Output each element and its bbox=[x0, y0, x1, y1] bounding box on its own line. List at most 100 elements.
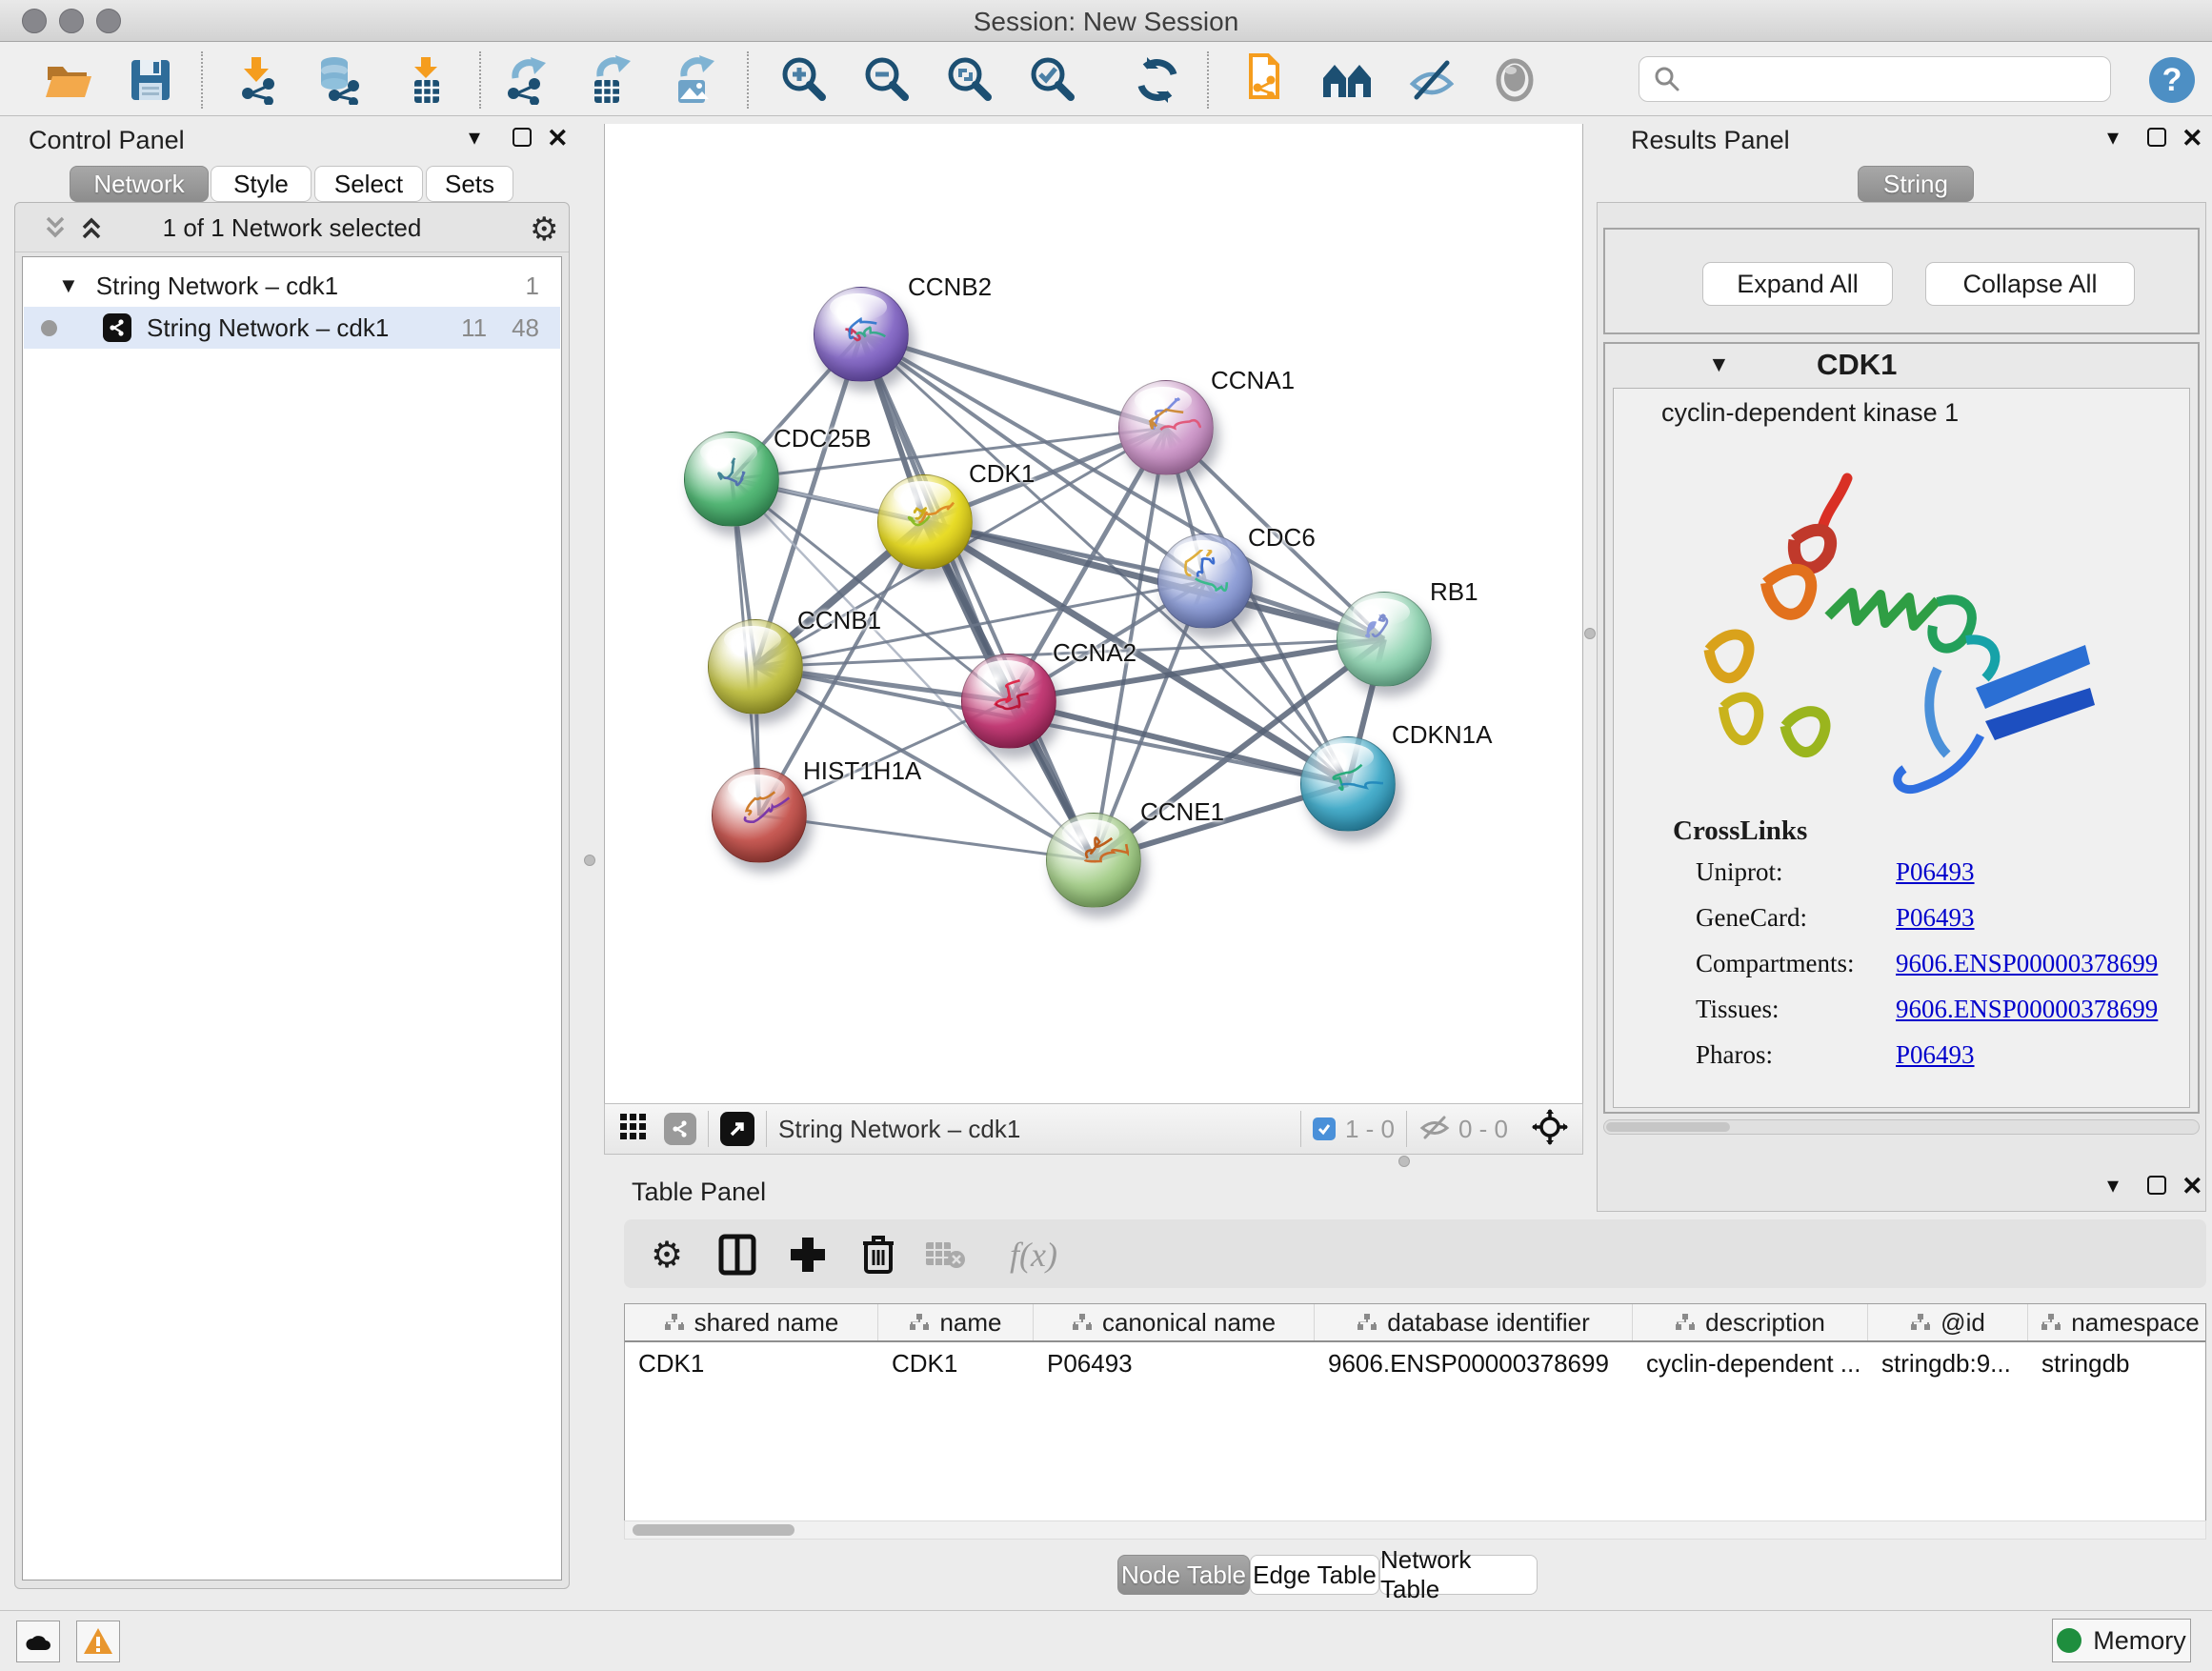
gene-expander-icon[interactable]: ▼ bbox=[1708, 352, 1730, 377]
help-icon[interactable]: ? bbox=[2145, 53, 2199, 107]
zoom-out-icon[interactable] bbox=[859, 53, 913, 107]
node-label-RB1[interactable]: RB1 bbox=[1430, 577, 1478, 607]
cell[interactable]: CDK1 bbox=[878, 1344, 1034, 1382]
table-panel-close-icon[interactable]: ✕ bbox=[2182, 1172, 2203, 1201]
node-label-CDC25B[interactable]: CDC25B bbox=[774, 424, 872, 453]
node-CDC25B[interactable] bbox=[684, 432, 779, 527]
node-CDKN1A[interactable] bbox=[1300, 736, 1396, 832]
tab-sets[interactable]: Sets bbox=[426, 166, 513, 202]
network-collection-row[interactable]: ▼ String Network – cdk1 1 bbox=[24, 265, 560, 307]
tab-edge-table[interactable]: Edge Table bbox=[1250, 1555, 1379, 1595]
column-header-namespace[interactable]: namespace bbox=[2028, 1304, 2206, 1340]
crosslink-link[interactable]: P06493 bbox=[1896, 903, 1975, 933]
column-header-description[interactable]: description bbox=[1633, 1304, 1868, 1340]
node-label-CDKN1A[interactable]: CDKN1A bbox=[1392, 720, 1492, 750]
results-panel-menu-caret[interactable]: ▾ bbox=[2107, 124, 2119, 151]
node-HIST1H1A[interactable] bbox=[712, 768, 807, 863]
cell[interactable]: P06493 bbox=[1034, 1344, 1315, 1382]
first-neighbors-icon[interactable] bbox=[1321, 53, 1375, 107]
level-of-detail-icon[interactable] bbox=[1488, 53, 1541, 107]
node-label-CDC6[interactable]: CDC6 bbox=[1248, 523, 1316, 553]
add-column-icon[interactable] bbox=[782, 1229, 834, 1280]
zoom-fit-icon[interactable] bbox=[942, 53, 995, 107]
node-label-CCNB1[interactable]: CCNB1 bbox=[797, 606, 881, 635]
cell[interactable]: CDK1 bbox=[625, 1344, 878, 1382]
cloud-icon[interactable] bbox=[16, 1621, 60, 1662]
cell[interactable]: stringdb:9... bbox=[1868, 1344, 2028, 1382]
column-header-databaseidentifier[interactable]: database identifier bbox=[1315, 1304, 1633, 1340]
network-canvas[interactable]: CCNB2 CCNA1 CDC25B CDK1 CDC6 RB1 CCNB1 CCNA2 CDK… bbox=[604, 124, 1583, 1103]
zoom-selected-icon[interactable] bbox=[1025, 53, 1078, 107]
crosslink-link[interactable]: 9606.ENSP00000378699 bbox=[1896, 995, 2158, 1024]
results-scrollbar[interactable] bbox=[1603, 1119, 2200, 1135]
table-panel-menu-caret[interactable]: ▾ bbox=[2107, 1172, 2119, 1199]
tab-network-table[interactable]: Network Table bbox=[1379, 1555, 1538, 1595]
selected-checkbox-icon[interactable] bbox=[1313, 1117, 1336, 1140]
search-field[interactable] bbox=[1639, 56, 2111, 102]
export-network-icon[interactable] bbox=[500, 53, 553, 107]
hide-selected-icon[interactable] bbox=[1405, 53, 1458, 107]
left-splitter-handle[interactable] bbox=[584, 855, 595, 866]
node-label-CCNA1[interactable]: CCNA1 bbox=[1211, 366, 1295, 395]
column-header-name[interactable]: name bbox=[878, 1304, 1034, 1340]
table-options-gear-icon[interactable]: ⚙ bbox=[641, 1229, 693, 1280]
hidden-eye-icon[interactable] bbox=[1418, 1113, 1451, 1146]
tab-string-results[interactable]: String bbox=[1858, 166, 1974, 202]
node-CDC6[interactable] bbox=[1157, 534, 1253, 629]
column-header-canonicalname[interactable]: canonical name bbox=[1034, 1304, 1315, 1340]
node-label-CDK1[interactable]: CDK1 bbox=[969, 459, 1035, 489]
expand-all-button[interactable]: Expand All bbox=[1702, 262, 1893, 306]
node-label-CCNB2[interactable]: CCNB2 bbox=[908, 272, 992, 302]
open-session-icon[interactable] bbox=[42, 53, 95, 107]
results-panel-close-icon[interactable]: ✕ bbox=[2182, 124, 2203, 153]
delete-table-icon-disabled[interactable] bbox=[919, 1229, 971, 1280]
crosslink-link[interactable]: 9606.ENSP00000378699 bbox=[1896, 949, 2158, 978]
node-CCNE1[interactable] bbox=[1046, 813, 1141, 908]
crosslink-link[interactable]: P06493 bbox=[1896, 1040, 1975, 1070]
network-birdseye-toggle-icon[interactable] bbox=[664, 1113, 696, 1145]
horizontal-splitter-handle[interactable] bbox=[1398, 1156, 1410, 1167]
show-columns-icon[interactable] bbox=[712, 1229, 763, 1280]
table-hscrollbar[interactable] bbox=[624, 1520, 2206, 1540]
export-table-icon[interactable] bbox=[583, 53, 636, 107]
table-panel-float-icon[interactable] bbox=[2147, 1176, 2166, 1199]
node-label-CCNA2[interactable]: CCNA2 bbox=[1053, 638, 1136, 668]
node-CCNB1[interactable] bbox=[708, 619, 803, 715]
tab-node-table[interactable]: Node Table bbox=[1117, 1555, 1250, 1595]
collapse-all-button[interactable]: Collapse All bbox=[1925, 262, 2135, 306]
table-row[interactable]: CDK1CDK1P064939606.ENSP00000378699cyclin… bbox=[625, 1344, 2206, 1382]
show-grid-icon[interactable] bbox=[618, 1112, 649, 1147]
warning-icon[interactable] bbox=[76, 1621, 120, 1662]
import-network-file-icon[interactable] bbox=[231, 53, 284, 107]
node-label-CCNE1[interactable]: CCNE1 bbox=[1140, 797, 1224, 827]
node-RB1[interactable] bbox=[1337, 592, 1432, 687]
column-header-sharedname[interactable]: shared name bbox=[625, 1304, 878, 1340]
cell[interactable]: 9606.ENSP00000378699 bbox=[1315, 1344, 1633, 1382]
node-CCNA2[interactable] bbox=[961, 654, 1056, 749]
open-in-window-icon[interactable] bbox=[720, 1112, 754, 1146]
right-splitter-handle[interactable] bbox=[1584, 628, 1596, 639]
control-panel-float-icon[interactable] bbox=[513, 128, 532, 151]
tab-network[interactable]: Network bbox=[70, 166, 209, 202]
node-CDK1[interactable] bbox=[877, 474, 973, 570]
control-panel-menu-caret[interactable]: ▾ bbox=[469, 124, 480, 151]
function-builder-icon-disabled[interactable]: f(x) bbox=[995, 1229, 1072, 1280]
delete-column-icon[interactable] bbox=[853, 1229, 904, 1280]
string-import-icon[interactable] bbox=[1236, 53, 1289, 107]
network-row[interactable]: String Network – cdk1 11 48 bbox=[24, 307, 560, 349]
memory-button[interactable]: Memory bbox=[2052, 1619, 2191, 1662]
node-label-HIST1H1A[interactable]: HIST1H1A bbox=[803, 756, 921, 786]
column-header-id[interactable]: @id bbox=[1868, 1304, 2028, 1340]
control-panel-close-icon[interactable]: ✕ bbox=[547, 124, 569, 153]
tab-select[interactable]: Select bbox=[314, 166, 423, 202]
import-network-database-icon[interactable] bbox=[313, 53, 367, 107]
import-table-file-icon[interactable] bbox=[399, 53, 452, 107]
refresh-view-icon[interactable] bbox=[1131, 53, 1184, 107]
node-CCNB2[interactable] bbox=[814, 287, 909, 382]
crosslink-link[interactable]: P06493 bbox=[1896, 857, 1975, 887]
node-CCNA1[interactable] bbox=[1118, 380, 1214, 475]
cell[interactable]: cyclin-dependent ... bbox=[1633, 1344, 1868, 1382]
tab-style[interactable]: Style bbox=[211, 166, 312, 202]
export-image-icon[interactable] bbox=[667, 53, 720, 107]
save-session-icon[interactable] bbox=[124, 53, 177, 107]
